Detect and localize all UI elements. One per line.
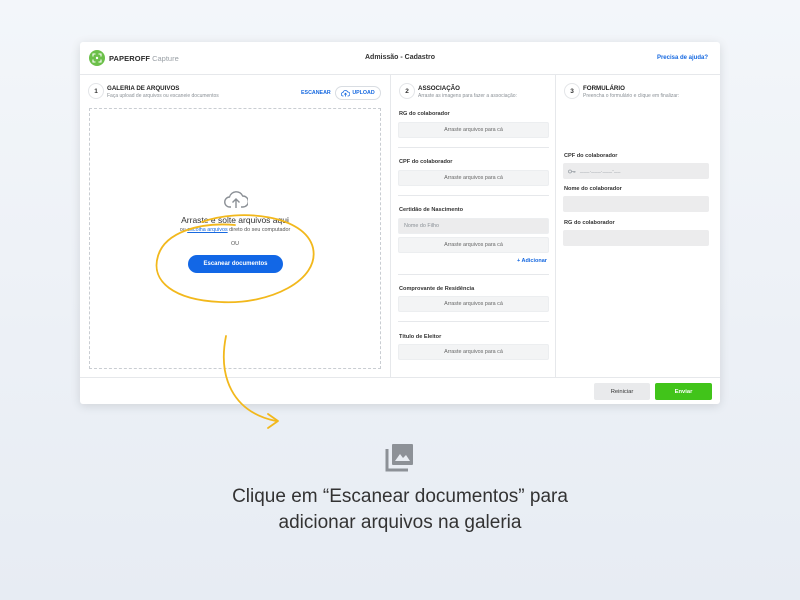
choose-files-text: ou escolha arquivos direto do seu comput… — [90, 227, 380, 233]
association-title: ASSOCIAÇÃO — [418, 85, 460, 92]
choose-files-link[interactable]: escolha arquivos — [187, 227, 227, 233]
cpf-drop-slot[interactable]: Arraste arquivos para cá — [398, 170, 549, 186]
cloud-upload-icon — [224, 191, 248, 208]
footer: Reiniciar Enviar — [80, 377, 720, 404]
send-button[interactable]: Enviar — [655, 383, 712, 400]
birth-certificate-label: Certidão de Nascimento — [399, 207, 464, 213]
upload-button[interactable]: UPLOAD — [335, 86, 381, 100]
scan-button[interactable]: ESCANEAR — [301, 90, 331, 96]
or-separator: OU — [230, 241, 240, 247]
divider — [398, 274, 549, 275]
cpf-label: CPF do colaborador — [399, 159, 453, 165]
gallery-title: GALERIA DE ARQUIVOS — [107, 85, 180, 92]
cpf-field[interactable]: ___.___.___-__ — [563, 163, 709, 179]
reset-button[interactable]: Reiniciar — [594, 383, 650, 400]
association-panel: 2 ASSOCIAÇÃO Arraste as imagens para faz… — [391, 75, 556, 377]
file-dropzone[interactable]: Arraste e solte arquivos aqui ou escolha… — [89, 108, 381, 369]
name-field-label: Nome do colaborador — [564, 186, 622, 192]
step-number: 1 — [88, 83, 104, 99]
choose-suffix: direto do seu computador — [229, 227, 291, 233]
name-field[interactable] — [563, 196, 709, 212]
cloud-upload-icon — [341, 89, 351, 96]
form-panel: 3 FORMULÁRIO Preencha o formulário e cli… — [556, 75, 720, 377]
window-title: Admissão - Cadastro — [364, 54, 436, 61]
add-child-link[interactable]: + Adicionar — [517, 258, 547, 264]
rg-drop-slot[interactable]: Arraste arquivos para cá — [398, 122, 549, 138]
association-subtitle: Arraste as imagens para fazer a associaç… — [418, 93, 517, 99]
rg-field[interactable] — [563, 230, 709, 246]
cpf-field-label: CPF do colaborador — [564, 153, 618, 159]
residence-proof-drop-slot[interactable]: Arraste arquivos para cá — [398, 296, 549, 312]
child-name-input[interactable]: Nome do Filho — [398, 218, 549, 234]
photo-gallery-icon — [385, 444, 413, 472]
step-number: 2 — [399, 83, 415, 99]
form-title: FORMULÁRIO — [583, 85, 625, 92]
app-window: PAPEROFF Capture Admissão - Cadastro Pre… — [80, 42, 720, 404]
birth-certificate-drop-slot[interactable]: Arraste arquivos para cá — [398, 237, 549, 253]
rg-label: RG do colaborador — [399, 111, 450, 117]
rg-field-label: RG do colaborador — [564, 220, 615, 226]
caption: Clique em “Escanear documentos” para adi… — [0, 484, 800, 536]
key-icon — [568, 169, 576, 173]
title-bar: PAPEROFF Capture Admissão - Cadastro Pre… — [80, 42, 720, 75]
scan-documents-button[interactable]: Escanear documentos — [188, 255, 283, 273]
choose-prefix: ou — [179, 227, 186, 233]
help-link[interactable]: Precisa de ajuda? — [657, 55, 708, 61]
divider — [398, 321, 549, 322]
caption-line-2: adicionar arquivos na galeria — [278, 512, 522, 533]
gallery-subtitle: Faça upload de arquivos ou escaneie docu… — [107, 93, 219, 99]
gallery-panel: 1 GALERIA DE ARQUIVOS Faça upload de arq… — [80, 75, 391, 377]
annotation-arrowhead — [267, 413, 279, 429]
drop-text: Arraste e solte arquivos aqui — [181, 215, 289, 225]
residence-proof-label: Comprovante de Residência — [399, 286, 475, 292]
step-number: 3 — [564, 83, 580, 99]
divider — [398, 195, 549, 196]
voter-id-drop-slot[interactable]: Arraste arquivos para cá — [398, 344, 549, 360]
divider — [398, 147, 549, 148]
voter-id-label: Título de Eleitor — [399, 334, 442, 340]
upload-label: UPLOAD — [352, 90, 375, 96]
panels: 1 GALERIA DE ARQUIVOS Faça upload de arq… — [80, 75, 720, 377]
form-subtitle: Preencha o formulário e clique em finali… — [583, 93, 680, 99]
caption-line-1: Clique em “Escanear documentos” para — [232, 486, 568, 507]
cpf-placeholder: ___.___.___-__ — [580, 168, 621, 174]
